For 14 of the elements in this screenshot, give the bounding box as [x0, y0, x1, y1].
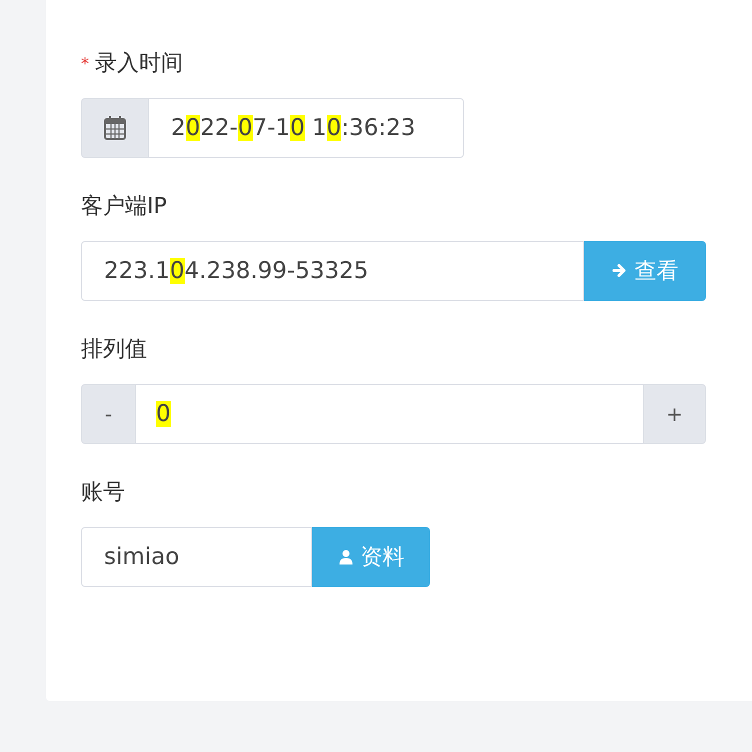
field-label: 录入时间 [95, 50, 183, 78]
field-label: 账号 [81, 479, 125, 507]
user-icon [338, 548, 354, 566]
input-field[interactable]: 223.104.238.99-53325 [81, 241, 584, 301]
field-label: 客户端IP [81, 193, 167, 221]
required-mark: * [81, 54, 89, 72]
input-field[interactable]: simiao [81, 527, 312, 587]
calendar-icon [104, 116, 126, 140]
input-field[interactable]: 2022-07-10 10:36:23 [148, 98, 464, 158]
increment-button[interactable]: + [643, 384, 706, 444]
decrement-button[interactable]: - [81, 384, 136, 444]
arrow-icon [612, 262, 628, 280]
input-field[interactable]: 0 [136, 384, 643, 444]
field-label: 排列值 [81, 336, 147, 364]
